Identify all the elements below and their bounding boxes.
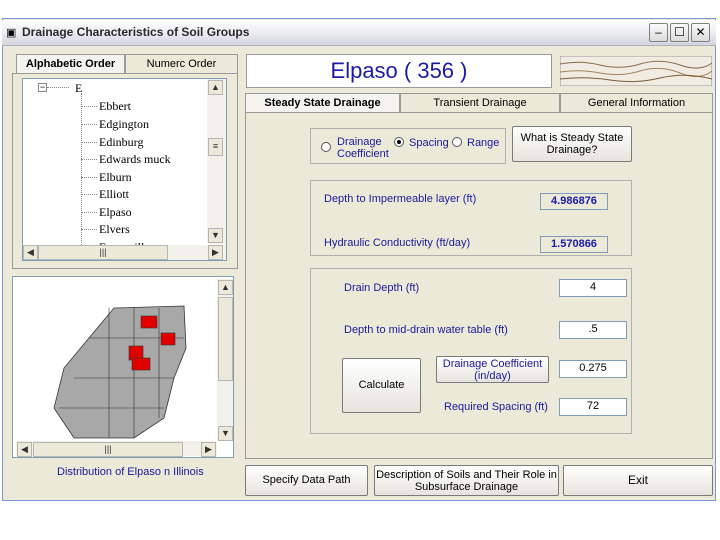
tree-line <box>47 87 69 88</box>
highlight-county <box>160 332 176 346</box>
maximize-button[interactable]: ☐ <box>670 23 689 42</box>
depth-impermeable-label: Depth to Impermeable layer (ft) <box>324 193 477 205</box>
tab-general-info[interactable]: General Information <box>560 93 713 113</box>
collapse-icon[interactable]: − <box>38 83 47 92</box>
calculate-button[interactable]: Calculate <box>342 358 421 413</box>
tree-item[interactable]: Edwards muck <box>99 152 171 167</box>
highlight-county <box>131 357 151 371</box>
minimize-button[interactable]: – <box>649 23 668 42</box>
tree-item[interactable]: Elpaso <box>99 205 132 220</box>
radio-label: Drainage Coefficient <box>337 136 389 160</box>
scroll-thumb[interactable]: ||| <box>33 442 183 457</box>
scroll-down-icon[interactable]: ▼ <box>208 228 223 243</box>
scroll-left-icon[interactable]: ◀ <box>23 245 38 260</box>
scroll-thumb[interactable]: ||| <box>38 245 168 260</box>
tree-line <box>81 194 97 195</box>
scroll-up-icon[interactable]: ▲ <box>208 80 223 95</box>
close-button[interactable]: ✕ <box>691 23 710 42</box>
tab-transient[interactable]: Transient Drainage <box>400 93 560 113</box>
water-table-label: Depth to mid-drain water table (ft) <box>344 324 508 336</box>
tree-line <box>81 159 97 160</box>
scroll-thumb[interactable]: ≡ <box>208 138 223 156</box>
radio-range[interactable] <box>452 137 462 147</box>
required-spacing-value: 72 <box>559 398 627 416</box>
what-is-steady-state-button[interactable]: What is Steady State Drainage? <box>512 126 632 162</box>
hydraulic-conductivity-value: 1.570866 <box>540 236 608 253</box>
drain-depth-label: Drain Depth (ft) <box>344 282 420 294</box>
depth-impermeable-value: 4.986876 <box>540 193 608 210</box>
scroll-right-icon[interactable]: ▶ <box>201 442 216 457</box>
tab-numeric-order[interactable]: Numerc Order <box>125 54 238 74</box>
tree-item[interactable]: Elburn <box>99 170 132 185</box>
tree-item[interactable]: Elliott <box>99 187 129 202</box>
radio-drainage-coefficient[interactable] <box>321 142 331 152</box>
soil-description-button[interactable]: Description of Soils and Their Role in S… <box>374 465 559 496</box>
tree-item[interactable]: Elvers <box>99 222 130 237</box>
tree-line <box>81 124 97 125</box>
radio-spacing[interactable] <box>394 137 404 147</box>
tab-steady-state[interactable]: Steady State Drainage <box>245 93 400 113</box>
illinois-map <box>53 305 187 439</box>
tree-line <box>81 177 97 178</box>
tree-vscroll[interactable] <box>207 79 226 244</box>
water-table-input[interactable]: .5 <box>559 321 627 339</box>
tree-line <box>81 229 97 230</box>
scroll-down-icon[interactable]: ▼ <box>218 426 233 441</box>
scroll-left-icon[interactable]: ◀ <box>17 442 32 457</box>
tree-item[interactable]: Edgington <box>99 117 149 132</box>
app-icon: ▣ <box>6 27 17 39</box>
tree-line <box>81 212 97 213</box>
tree-line <box>81 142 97 143</box>
scroll-right-icon[interactable]: ▶ <box>208 245 223 260</box>
window-title: Drainage Characteristics of Soil Groups <box>22 25 250 39</box>
hydraulic-conductivity-label: Hydraulic Conductivity (ft/day) <box>324 237 471 249</box>
tree-item[interactable]: Edinburg <box>99 135 143 150</box>
soil-name-title: Elpaso ( 356 ) <box>330 58 468 83</box>
drainage-coefficient-button[interactable]: Drainage Coefficient (in/day) <box>436 356 549 383</box>
specify-data-path-button[interactable]: Specify Data Path <box>245 465 368 496</box>
map-caption: Distribution of Elpaso n Illinois <box>57 466 204 478</box>
scroll-thumb[interactable] <box>218 297 233 381</box>
soil-profile-image <box>560 56 712 86</box>
drain-depth-input[interactable]: 4 <box>559 279 627 297</box>
tab-alphabetic-order[interactable]: Alphabetic Order <box>16 54 125 74</box>
radio-label: Spacing <box>409 137 449 149</box>
tree-line <box>81 106 97 107</box>
required-spacing-label: Required Spacing (ft) <box>444 401 548 413</box>
tree-item[interactable]: Ebbert <box>99 99 131 114</box>
scroll-up-icon[interactable]: ▲ <box>218 280 233 295</box>
exit-button[interactable]: Exit <box>563 465 713 496</box>
radio-label: Range <box>467 137 500 149</box>
highlight-county <box>140 315 158 329</box>
drainage-coefficient-input[interactable]: 0.275 <box>559 360 627 378</box>
